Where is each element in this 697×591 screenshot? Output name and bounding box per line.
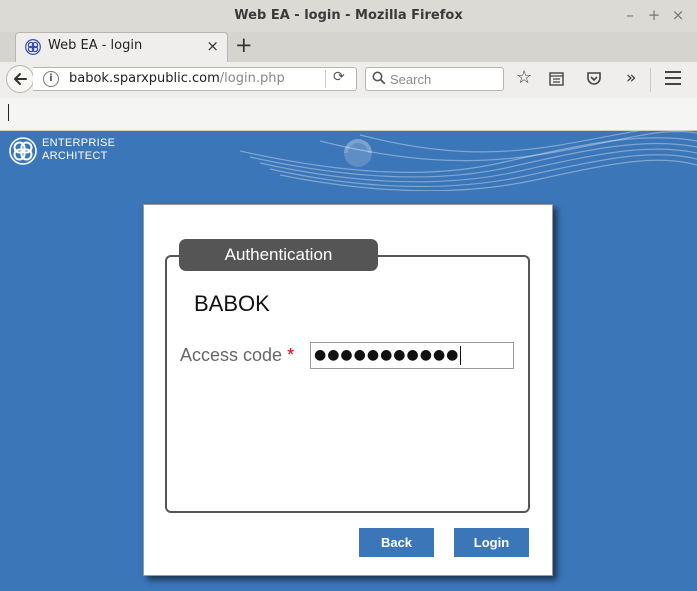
enterprise-architect-logo-icon bbox=[9, 137, 37, 165]
back-arrow-icon bbox=[14, 73, 27, 85]
model-name: BABOK bbox=[194, 291, 270, 316]
back-button[interactable] bbox=[6, 65, 34, 93]
window-titlebar: Web EA - login - Mozilla Firefox – + × bbox=[0, 0, 697, 33]
access-code-input[interactable]: ●●●●●●●●●●● bbox=[310, 342, 514, 369]
url-text[interactable]: babok.sparxpublic.com/login.php bbox=[69, 71, 285, 86]
site-info-icon[interactable]: i bbox=[43, 71, 59, 87]
back-button-dialog[interactable]: Back bbox=[359, 528, 434, 557]
overflow-chevron-icon[interactable]: » bbox=[626, 68, 636, 88]
reload-icon[interactable]: ⟳ bbox=[333, 69, 345, 85]
access-code-label-text: Access code bbox=[180, 345, 288, 365]
bookmark-star-icon[interactable]: ☆ bbox=[516, 67, 532, 88]
brand-name: ENTERPRISE ARCHITECT bbox=[42, 137, 115, 163]
close-window-button[interactable]: × bbox=[670, 6, 686, 24]
access-code-masked-value: ●●●●●●●●●●● bbox=[314, 347, 460, 363]
login-button[interactable]: Login bbox=[454, 528, 529, 557]
minimize-button[interactable]: – bbox=[622, 6, 638, 24]
hamburger-menu-icon[interactable] bbox=[665, 71, 681, 89]
login-dialog: Authentication BABOK Access code * ●●●●●… bbox=[143, 204, 553, 576]
pocket-icon[interactable] bbox=[586, 71, 602, 86]
search-bar[interactable]: Search bbox=[365, 67, 504, 91]
text-caret bbox=[8, 104, 9, 121]
url-bar[interactable]: i babok.sparxpublic.com/login.php ⟳ bbox=[33, 67, 357, 91]
search-icon bbox=[372, 71, 386, 85]
required-marker: * bbox=[287, 345, 295, 365]
access-code-label: Access code * bbox=[180, 345, 294, 366]
header-wave-decoration bbox=[240, 131, 697, 191]
maximize-button[interactable]: + bbox=[646, 6, 662, 24]
url-host: babok.sparxpublic.com bbox=[69, 71, 220, 86]
tab-title: Web EA - login bbox=[48, 38, 143, 53]
page-content: ENTERPRISE ARCHITECT Authentication BABO… bbox=[0, 131, 697, 591]
tab-web-ea-login[interactable]: Web EA - login × bbox=[15, 32, 228, 62]
tab-strip: Web EA - login × + bbox=[0, 32, 697, 62]
toolbar-separator bbox=[650, 68, 651, 92]
navigation-toolbar: i babok.sparxpublic.com/login.php ⟳ Sear… bbox=[0, 62, 697, 99]
reading-list-icon[interactable] bbox=[549, 72, 564, 86]
brand-line-1: ENTERPRISE bbox=[42, 137, 116, 149]
brand-line-2: ARCHITECT bbox=[42, 150, 108, 162]
search-placeholder: Search bbox=[390, 72, 432, 87]
tab-close-icon[interactable]: × bbox=[206, 37, 219, 55]
url-path: /login.php bbox=[219, 71, 285, 86]
authentication-legend: Authentication bbox=[179, 239, 378, 271]
window-title: Web EA - login - Mozilla Firefox bbox=[234, 8, 463, 23]
url-separator bbox=[325, 70, 326, 88]
ea-favicon-icon bbox=[25, 39, 41, 55]
toolbar-input-area[interactable] bbox=[0, 98, 697, 131]
input-cursor bbox=[460, 345, 462, 365]
new-tab-button[interactable]: + bbox=[235, 33, 253, 57]
